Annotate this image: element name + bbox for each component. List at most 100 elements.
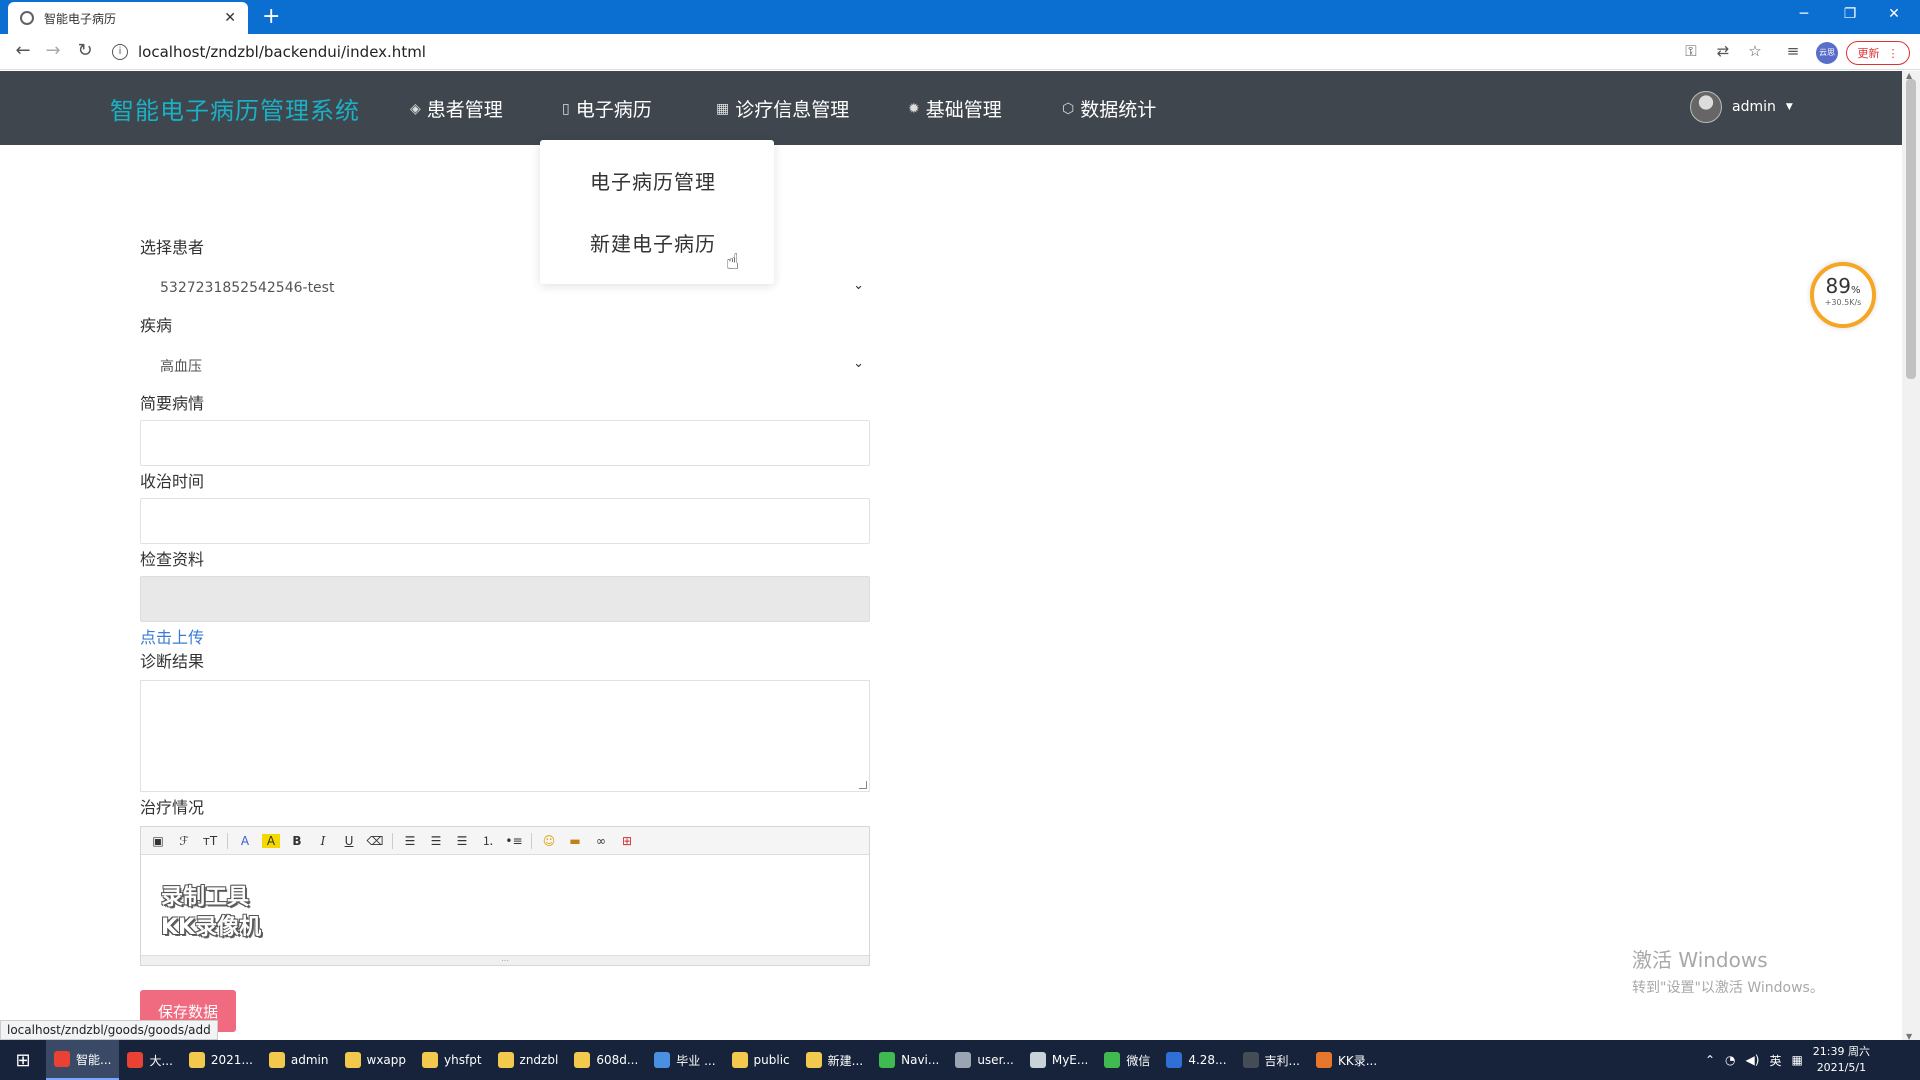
app-icon xyxy=(805,1052,822,1068)
windows-start-icon[interactable]: ⊞ xyxy=(0,1040,46,1080)
close-window-icon[interactable]: ✕ xyxy=(1872,0,1916,30)
link-icon[interactable]: ∞ xyxy=(592,834,610,848)
taskbar-item[interactable]: 大... xyxy=(119,1040,180,1080)
admit-time-input[interactable] xyxy=(140,498,870,544)
disease-select[interactable]: 高血压 ⌄ xyxy=(140,344,870,388)
font-color-icon[interactable]: A xyxy=(236,834,254,848)
forward-icon[interactable]: → xyxy=(40,40,66,61)
network-icon[interactable]: ◔ xyxy=(1725,1053,1735,1067)
app-header: 智能电子病历管理系统 ◈ 患者管理 ▯ 电子病历 ▦ 诊疗信息管理 ✹ 基础管理… xyxy=(0,71,1902,148)
taskbar-item[interactable]: admin xyxy=(261,1040,337,1080)
browser-titlebar: 智能电子病历 ✕ + ─ ❐ ✕ xyxy=(0,0,1920,34)
summary-input[interactable] xyxy=(140,420,870,466)
ordered-list-icon[interactable]: ⒈ xyxy=(479,832,497,849)
taskbar-item[interactable]: wxapp xyxy=(337,1040,415,1080)
star-icon[interactable]: ☆ xyxy=(1744,42,1766,60)
toolbar-separator xyxy=(227,832,228,849)
speed-rate: +30.5K/s xyxy=(1824,298,1862,307)
menu-item-emr-management[interactable]: 电子病历管理 xyxy=(590,166,716,195)
diagnosis-textarea[interactable] xyxy=(140,680,870,792)
chevron-up-icon[interactable]: ⌃ xyxy=(1705,1053,1715,1067)
taskbar-item[interactable]: 吉利... xyxy=(1235,1040,1308,1080)
taskbar-item[interactable]: user... xyxy=(947,1040,1022,1080)
taskbar-item[interactable]: 毕业 ... xyxy=(646,1040,723,1080)
more-icon[interactable]: ⋮ xyxy=(1888,47,1899,60)
app-icon xyxy=(879,1052,896,1068)
reading-list-icon[interactable]: ≡ xyxy=(1782,42,1804,60)
image-icon[interactable]: ▬ xyxy=(566,834,584,848)
emoji-icon[interactable]: ☺ xyxy=(540,834,558,848)
scrollbar-thumb[interactable] xyxy=(1906,79,1916,379)
table-icon[interactable]: ⊞ xyxy=(618,834,636,848)
resize-handle[interactable] xyxy=(859,781,867,789)
app-icon xyxy=(955,1052,972,1068)
volume-icon[interactable]: ◀) xyxy=(1746,1053,1760,1067)
editor-resize-bar[interactable]: ⋯ xyxy=(141,955,869,965)
upload-link[interactable]: 点击上传 xyxy=(140,624,204,648)
italic-icon[interactable]: I xyxy=(314,834,332,848)
update-button[interactable]: 更新 ⋮ xyxy=(1846,41,1910,65)
page-scrollbar[interactable]: ▲ ▼ xyxy=(1902,71,1920,1041)
watermark-line: 录制工具 xyxy=(161,885,250,910)
recorder-watermark: 录制工具 KK录像机 xyxy=(161,883,261,943)
unordered-list-icon[interactable]: •≡ xyxy=(505,834,523,848)
info-icon[interactable]: i xyxy=(112,44,128,60)
taskbar-item[interactable]: public xyxy=(724,1040,798,1080)
minimize-icon[interactable]: ─ xyxy=(1782,0,1826,30)
underline-icon[interactable]: U xyxy=(340,834,358,848)
bold-icon[interactable]: B xyxy=(288,834,306,848)
input-language[interactable]: 英 xyxy=(1769,1052,1781,1069)
key-icon[interactable]: ⚿ xyxy=(1680,42,1702,60)
highlight-icon[interactable]: A xyxy=(262,833,280,848)
menu-item-new-emr[interactable]: 新建电子病历 xyxy=(590,228,716,257)
nav-patient-management[interactable]: ◈ 患者管理 xyxy=(410,95,503,122)
nav-treatment-info[interactable]: ▦ 诊疗信息管理 xyxy=(716,95,849,122)
restore-icon[interactable]: ❐ xyxy=(1828,0,1872,30)
taskbar-item-label: 毕业 ... xyxy=(676,1053,716,1068)
taskbar-item[interactable]: KK录... xyxy=(1308,1040,1385,1080)
nav-statistics[interactable]: ⬡ 数据统计 xyxy=(1062,95,1156,122)
eraser-icon[interactable]: ⌫ xyxy=(366,834,384,848)
network-speed-widget[interactable]: 89% +30.5K/s xyxy=(1810,262,1876,328)
clock-date: 2021/5/1 xyxy=(1816,1061,1867,1074)
taskbar-item[interactable]: 智能... xyxy=(46,1040,120,1080)
nav-emr[interactable]: ▯ 电子病历 xyxy=(562,95,652,148)
taskbar-item[interactable]: 4.28... xyxy=(1158,1040,1234,1080)
taskbar-item[interactable]: 2021... xyxy=(181,1040,261,1080)
taskbar-item[interactable]: Navi... xyxy=(871,1040,947,1080)
taskbar-item[interactable]: zndzbl xyxy=(490,1040,567,1080)
align-center-icon[interactable]: ☰ xyxy=(427,834,445,848)
taskbar-item[interactable]: MyE... xyxy=(1022,1040,1096,1080)
address-bar: ← → ↻ i localhost/zndzbl/backendui/index… xyxy=(0,34,1920,70)
taskbar-item[interactable]: 新建... xyxy=(798,1040,871,1080)
source-icon[interactable]: ▣ xyxy=(149,834,167,848)
system-tray: ⌃ ◔ ◀) 英 ▦ 21:39 周六 2021/5/1 xyxy=(1705,1040,1920,1080)
back-icon[interactable]: ← xyxy=(10,40,36,61)
align-left-icon[interactable]: ☰ xyxy=(401,834,419,848)
taskbar-item-label: zndzbl xyxy=(519,1053,559,1067)
profile-avatar[interactable]: 云思 xyxy=(1816,42,1838,64)
taskbar-item[interactable]: 608d... xyxy=(566,1040,646,1080)
new-tab-button[interactable]: + xyxy=(262,4,280,30)
reload-icon[interactable]: ↻ xyxy=(72,40,98,61)
clock[interactable]: 21:39 周六 2021/5/1 xyxy=(1813,1044,1870,1076)
close-icon[interactable]: ✕ xyxy=(224,10,236,26)
editor-toolbar: ▣ ℱ ᴛT A A B I U ⌫ ☰ ☰ ☰ ⒈ •≡ ☺ ▬ ∞ ⊞ xyxy=(141,827,869,855)
font-family-icon[interactable]: ℱ xyxy=(175,834,193,848)
taskbar-item-label: 吉利... xyxy=(1264,1053,1300,1068)
app-icon xyxy=(1029,1052,1046,1068)
taskbar-item[interactable]: yhsfpt xyxy=(414,1040,490,1080)
taskbar-item[interactable]: 微信 xyxy=(1096,1040,1158,1080)
url-field[interactable]: i localhost/zndzbl/backendui/index.html xyxy=(112,39,1672,65)
user-menu[interactable]: admin ▼ xyxy=(1690,91,1793,123)
nav-basic-management[interactable]: ✹ 基础管理 xyxy=(908,95,1002,122)
browser-tab[interactable]: 智能电子病历 ✕ xyxy=(8,2,248,34)
ime-icon[interactable]: ▦ xyxy=(1791,1053,1802,1067)
treatment-editor[interactable]: ▣ ℱ ᴛT A A B I U ⌫ ☰ ☰ ☰ ⒈ •≡ ☺ ▬ ∞ ⊞ 录制… xyxy=(140,826,870,966)
align-right-icon[interactable]: ☰ xyxy=(453,834,471,848)
app-icon xyxy=(268,1052,285,1068)
translate-icon[interactable]: ⇄ xyxy=(1712,42,1734,60)
activation-title: 激活 Windows xyxy=(1632,948,1768,972)
font-size-icon[interactable]: ᴛT xyxy=(201,834,219,848)
brand-title[interactable]: 智能电子病历管理系统 xyxy=(110,91,360,126)
